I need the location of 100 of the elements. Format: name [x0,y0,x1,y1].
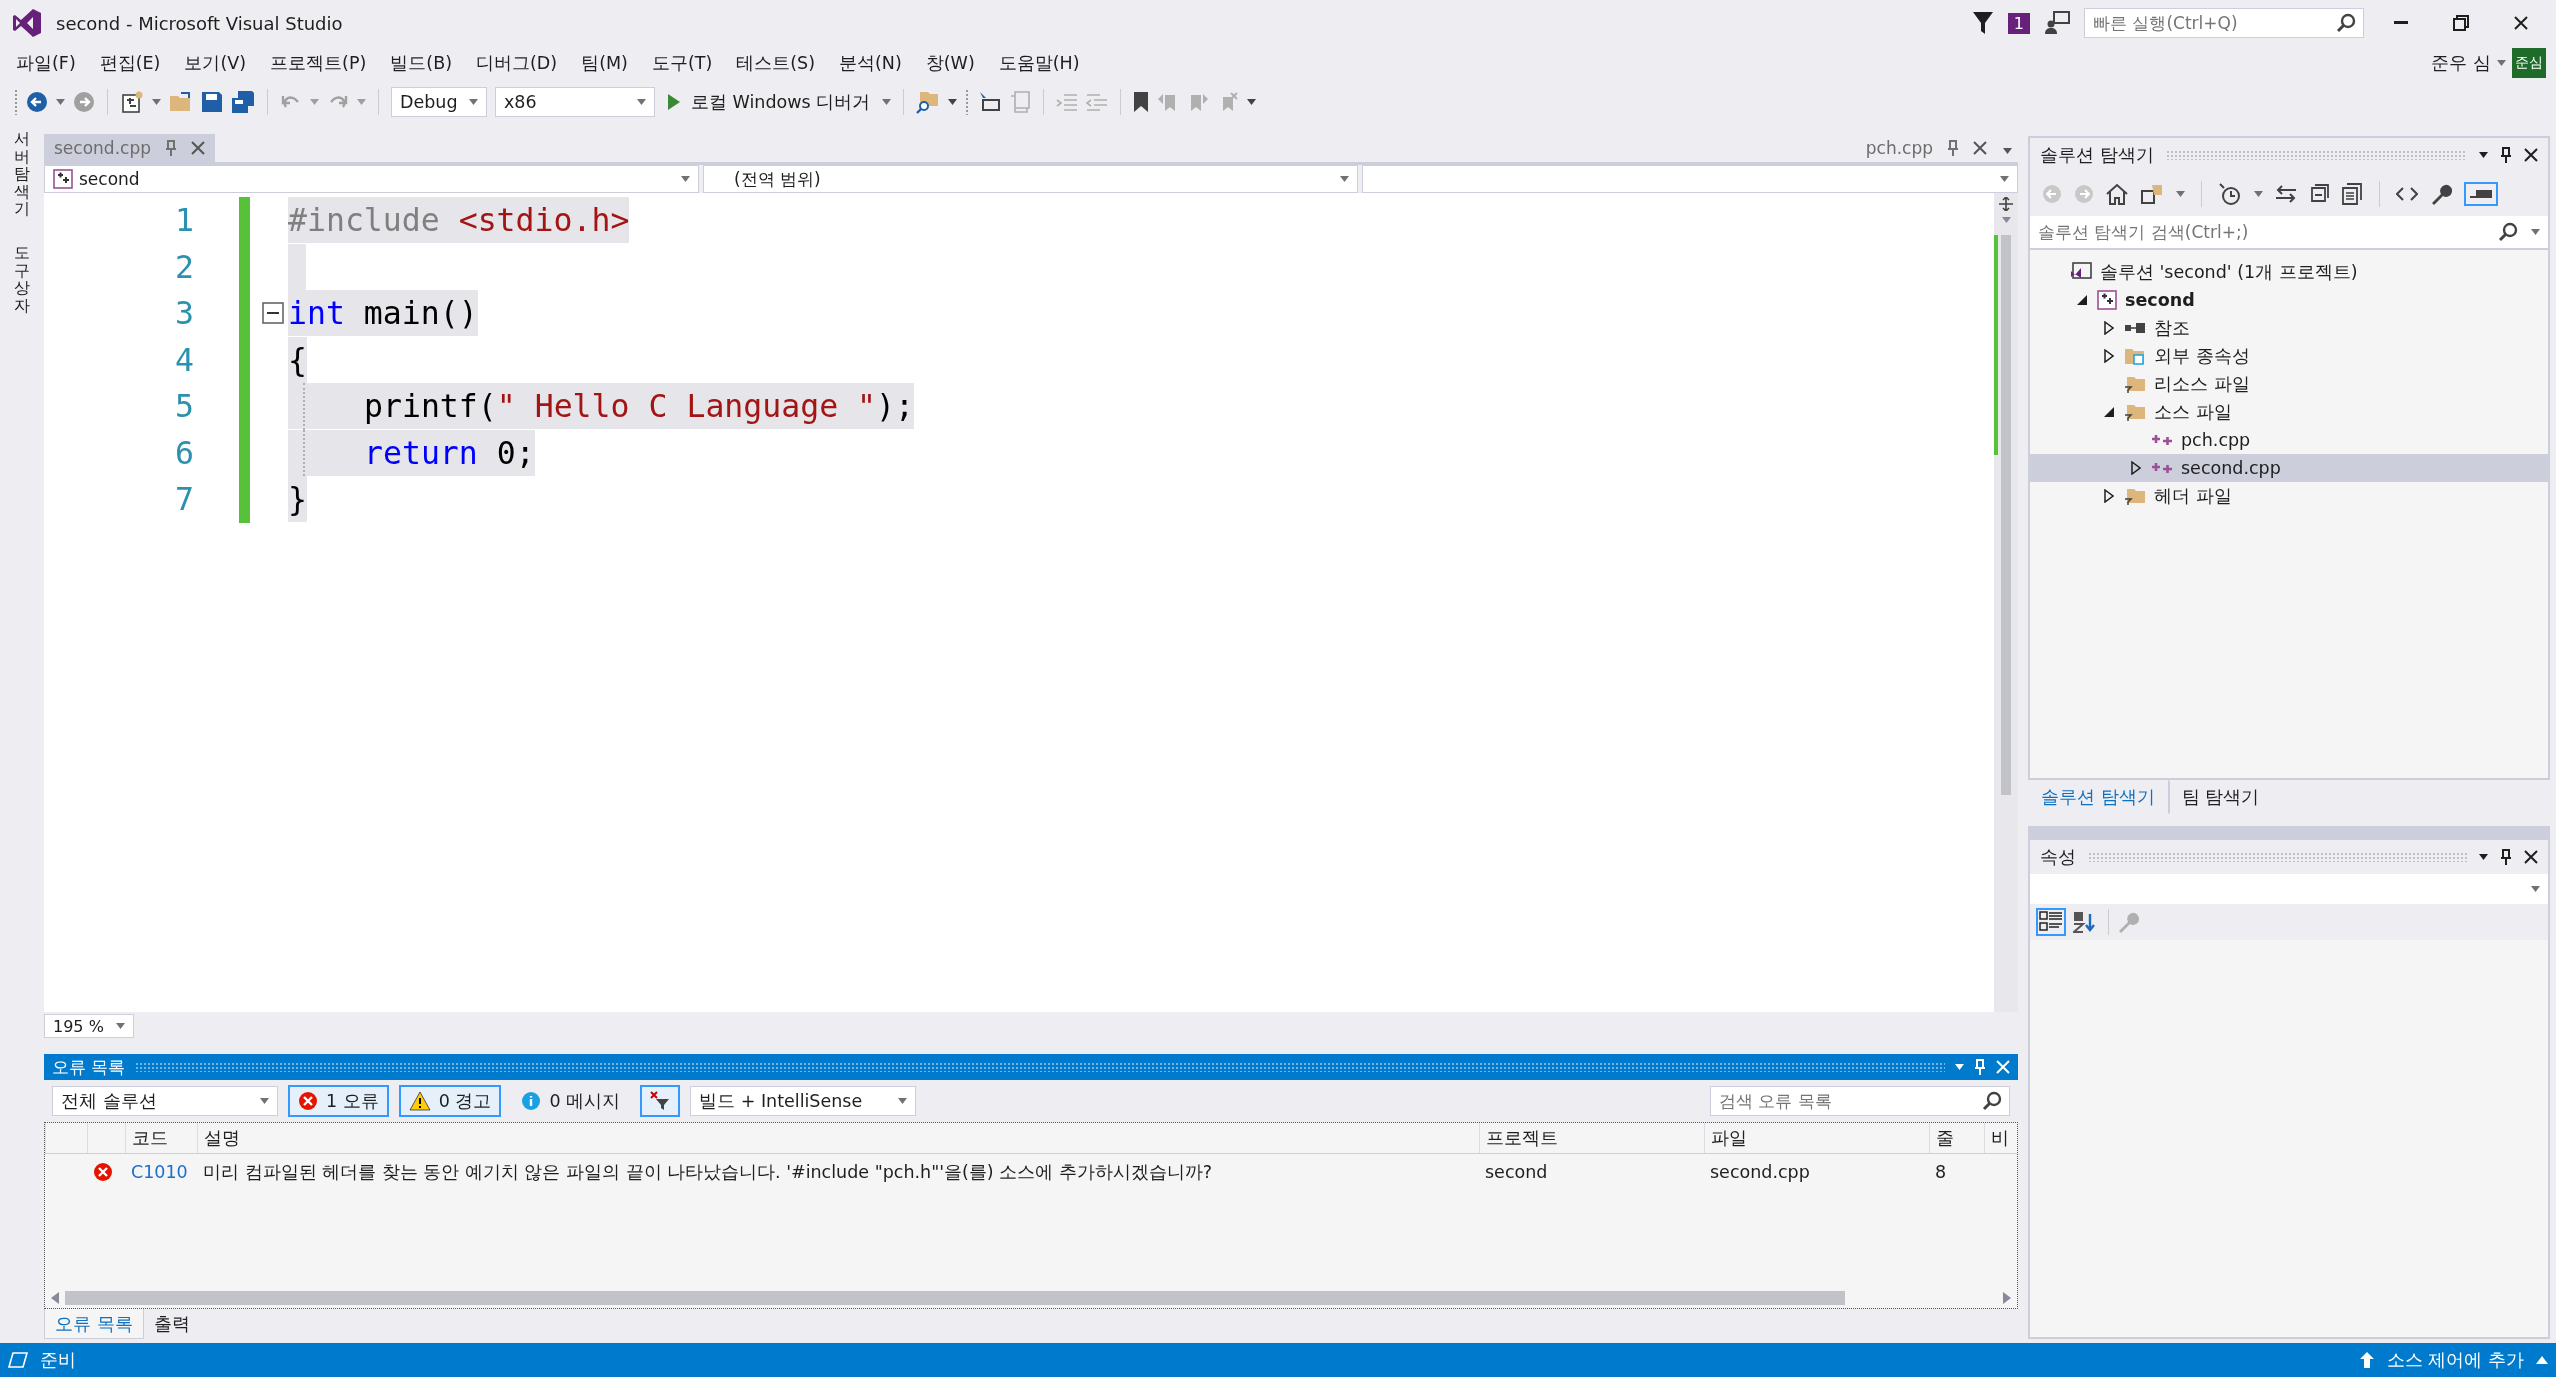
menu-item[interactable]: 분석(N) [827,47,914,79]
find-icon[interactable] [916,90,941,114]
expanded-arrow-icon[interactable] [2076,294,2088,306]
panel-tab[interactable]: 오류 목록 [44,1309,144,1339]
source-dropdown[interactable]: 빌드 + IntelliSense [690,1086,917,1116]
preview-toggle[interactable] [2464,182,2498,206]
menu-item[interactable]: 보기(V) [172,47,259,79]
feedback-icon[interactable] [2044,11,2070,35]
vertical-scrollbar[interactable] [1994,193,2018,1012]
open-folder-icon[interactable] [169,91,193,113]
search-icon[interactable] [2336,13,2356,33]
split-icon[interactable] [1999,197,2013,211]
funnel-icon[interactable] [1971,11,1994,35]
title-grip[interactable] [2088,852,2467,862]
close-icon[interactable] [2524,850,2538,864]
panel-tab[interactable]: 출력 [143,1309,200,1339]
column-header[interactable]: 프로젝트 [1479,1123,1704,1153]
close-icon[interactable] [2514,16,2528,30]
caret-up-icon[interactable] [2536,1356,2548,1364]
dropdown-caret-icon[interactable] [2479,854,2488,860]
column-header[interactable]: 파일 [1704,1123,1929,1153]
zoom-dropdown[interactable]: 195 % [44,1014,134,1038]
column-header[interactable]: 설명 [197,1123,1479,1153]
menu-item[interactable]: 창(W) [913,47,987,79]
bookmark-icon[interactable] [1133,91,1150,113]
sync-views-icon[interactable] [2140,183,2164,205]
filter-button[interactable]: 1 오류 [288,1085,389,1117]
save-icon[interactable] [201,91,223,113]
tree-item[interactable]: 외부 종속성 [2030,342,2548,370]
project-dropdown[interactable]: second [44,165,699,193]
menu-item[interactable]: 팀(M) [569,47,640,79]
pending-changes-icon[interactable] [2218,182,2242,206]
back-icon[interactable] [26,91,48,113]
source-control-button[interactable]: 소스 제어에 추가 [2386,1348,2524,1372]
side-tab[interactable]: 서버 탐색기 [14,130,30,218]
menu-item[interactable]: 디버그(D) [464,47,570,79]
document-tab[interactable]: pch.cpp [1855,134,1997,162]
search-icon[interactable] [1982,1091,2002,1111]
forward-icon[interactable] [73,91,95,113]
menu-item[interactable]: 도구(T) [639,47,725,79]
save-all-icon[interactable] [231,90,255,114]
tab-label[interactable]: pch.cpp [1865,138,1933,158]
platform-dropdown[interactable]: x86 [495,87,655,117]
tree-item[interactable]: 솔루션 'second' (1개 프로젝트) [2030,258,2548,286]
tree-item[interactable]: pch.cpp [2030,426,2548,454]
column-header[interactable]: 비 [1984,1123,2017,1153]
search-icon[interactable] [2498,222,2518,242]
tree-item[interactable]: 리소스 파일 [2030,370,2548,398]
menu-item[interactable]: 테스트(S) [724,47,827,79]
run-button[interactable]: 로컬 Windows 디버거 [663,88,875,116]
tab-list-caret-icon[interactable] [2003,148,2012,154]
user-avatar[interactable]: 준심 [2512,48,2546,78]
configuration-dropdown[interactable]: Debug [391,87,487,117]
pin-icon[interactable] [2500,849,2512,865]
collapsed-arrow-icon[interactable] [2104,489,2114,503]
menu-item[interactable]: 프로젝트(P) [258,47,379,79]
column-header[interactable]: 줄 [1929,1123,1984,1153]
up-arrow-icon[interactable] [2358,1351,2375,1369]
code-icon[interactable] [2396,185,2418,203]
sync-arrows-icon[interactable] [2275,184,2297,204]
scroll-left-icon[interactable] [51,1292,59,1304]
menu-item[interactable]: 파일(F) [4,47,88,79]
close-icon[interactable] [1973,141,1987,155]
scroll-up-icon[interactable] [2001,217,2011,223]
new-project-icon[interactable] [120,90,144,114]
close-icon[interactable] [2524,148,2538,162]
title-grip[interactable] [135,1062,1945,1072]
error-code-link[interactable]: C1010 [125,1162,197,1182]
tree-item[interactable]: 헤더 파일 [2030,482,2548,510]
filter-button[interactable]: 0 메시지 [511,1085,631,1117]
copy-icon[interactable] [2341,183,2363,205]
toolbar-overflow-icon[interactable] [1247,99,1257,105]
pin-icon[interactable] [2500,147,2512,163]
tree-item[interactable]: second.cpp [2030,454,2548,482]
filter-button[interactable] [640,1085,681,1117]
scroll-right-icon[interactable] [2003,1292,2011,1304]
collapsed-arrow-icon[interactable] [2131,461,2141,475]
column-header[interactable]: 코드 [125,1123,197,1153]
tree-item[interactable]: second [2030,286,2548,314]
menu-item[interactable]: 도움말(H) [986,47,1092,79]
error-search-field[interactable]: 검색 오류 목록 [1710,1086,2010,1116]
tree-item[interactable]: 참조 [2030,314,2548,342]
filter-button[interactable]: 0 경고 [398,1085,502,1117]
user-name[interactable]: 준우 심 [2425,51,2497,75]
menu-item[interactable]: 빌드(B) [378,47,464,79]
expanded-arrow-icon[interactable] [2103,406,2115,418]
dropdown-caret-icon[interactable] [2479,152,2488,158]
dropdown-caret-icon[interactable] [948,99,958,105]
side-tab[interactable]: 도구 상자 [14,243,30,315]
tree-item[interactable]: 소스 파일 [2030,398,2548,426]
collapse-box-icon[interactable] [262,302,284,325]
view-toggle[interactable] [2036,908,2066,936]
quick-launch-field[interactable]: 빠른 실행(Ctrl+Q) [2084,8,2364,38]
collapsed-arrow-icon[interactable] [2104,321,2114,335]
collapse-all-icon[interactable] [2309,184,2329,204]
wrench-icon[interactable] [2430,183,2452,205]
home-icon[interactable] [2106,183,2128,205]
cursor-box-icon[interactable] [977,91,1002,113]
collapsed-arrow-icon[interactable] [2104,349,2114,363]
scope-dropdown[interactable]: 전체 솔루션 [52,1086,278,1116]
